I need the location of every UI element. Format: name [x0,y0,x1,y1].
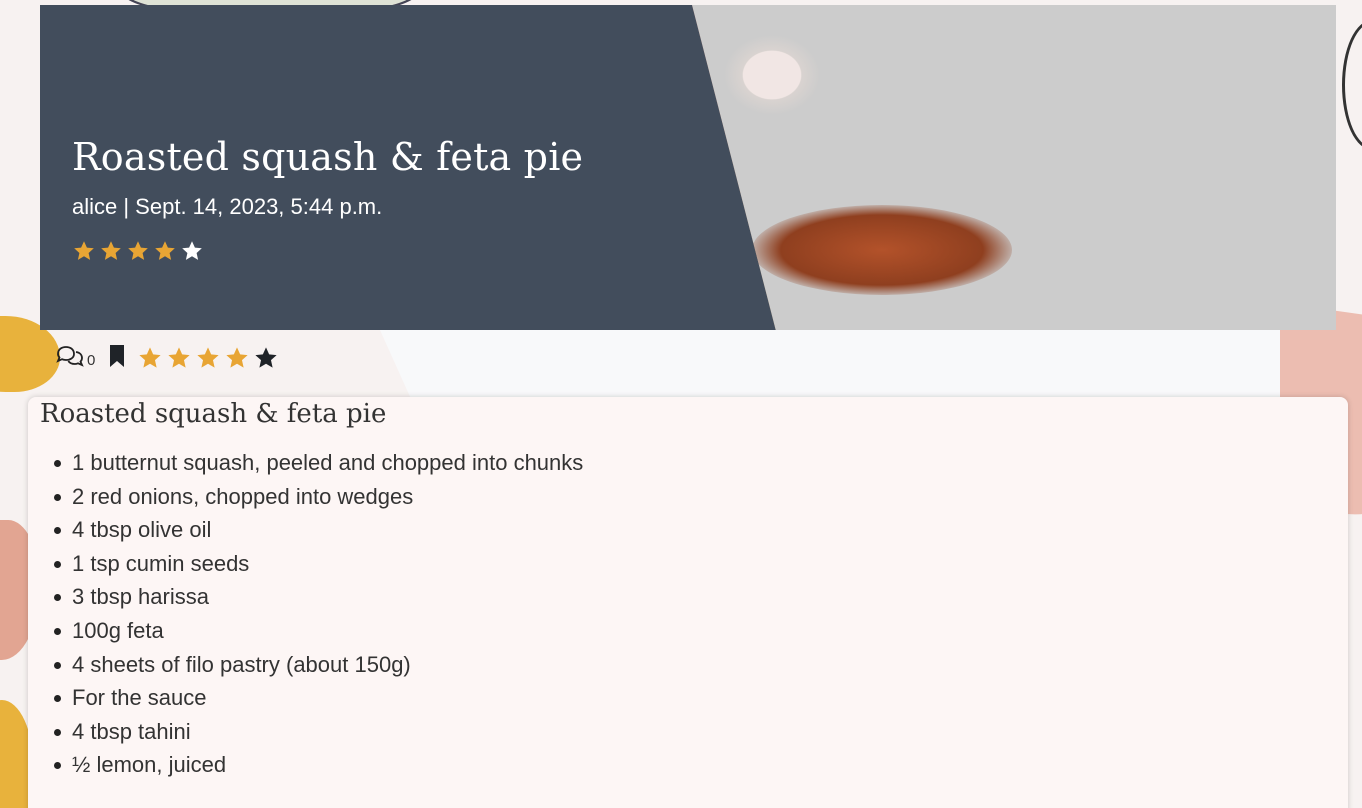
ingredient-item: 2 red onions, chopped into wedges [53,483,583,517]
ingredient-item: 4 sheets of filo pastry (about 150g) [53,651,583,685]
star-icon[interactable] [224,345,250,371]
star-icon [99,239,123,263]
ingredient-item: For the sauce [53,684,583,718]
star-icon[interactable] [166,345,192,371]
ingredients-card-title: Roasted squash & feta pie [40,399,387,429]
ingredient-item: 100g feta [53,617,583,651]
recipe-author-date: alice | Sept. 14, 2023, 5:44 p.m. [72,194,383,219]
recipe-hero-banner: Roasted squash & feta pie alice | Sept. … [40,5,1336,330]
comments-icon[interactable] [55,344,85,372]
ingredient-item: ½ lemon, juiced [53,751,583,785]
ingredient-item: 3 tbsp harissa [53,583,583,617]
background-ring [1342,20,1362,150]
ingredients-card: Roasted squash & feta pie 1 butternut sq… [28,397,1348,808]
star-icon[interactable] [253,345,279,371]
comment-count: 0 [87,351,96,369]
ingredients-list: 1 butternut squash, peeled and chopped i… [53,449,583,785]
star-icon[interactable] [137,345,163,371]
star-icon [180,239,204,263]
recipe-image [692,5,1336,330]
star-icon [72,239,96,263]
bookmark-icon[interactable] [107,343,137,373]
average-rating [72,239,204,263]
star-icon [153,239,177,263]
star-icon [126,239,150,263]
ingredient-item: 4 tbsp tahini [53,718,583,752]
rate-recipe-stars [137,345,279,371]
recipe-title: Roasted squash & feta pie [72,135,584,179]
ingredient-item: 1 butternut squash, peeled and chopped i… [53,449,583,483]
ingredient-item: 1 tsp cumin seeds [53,550,583,584]
ingredient-item: 4 tbsp olive oil [53,516,583,550]
recipe-actions: 0 [55,343,279,373]
star-icon[interactable] [195,345,221,371]
